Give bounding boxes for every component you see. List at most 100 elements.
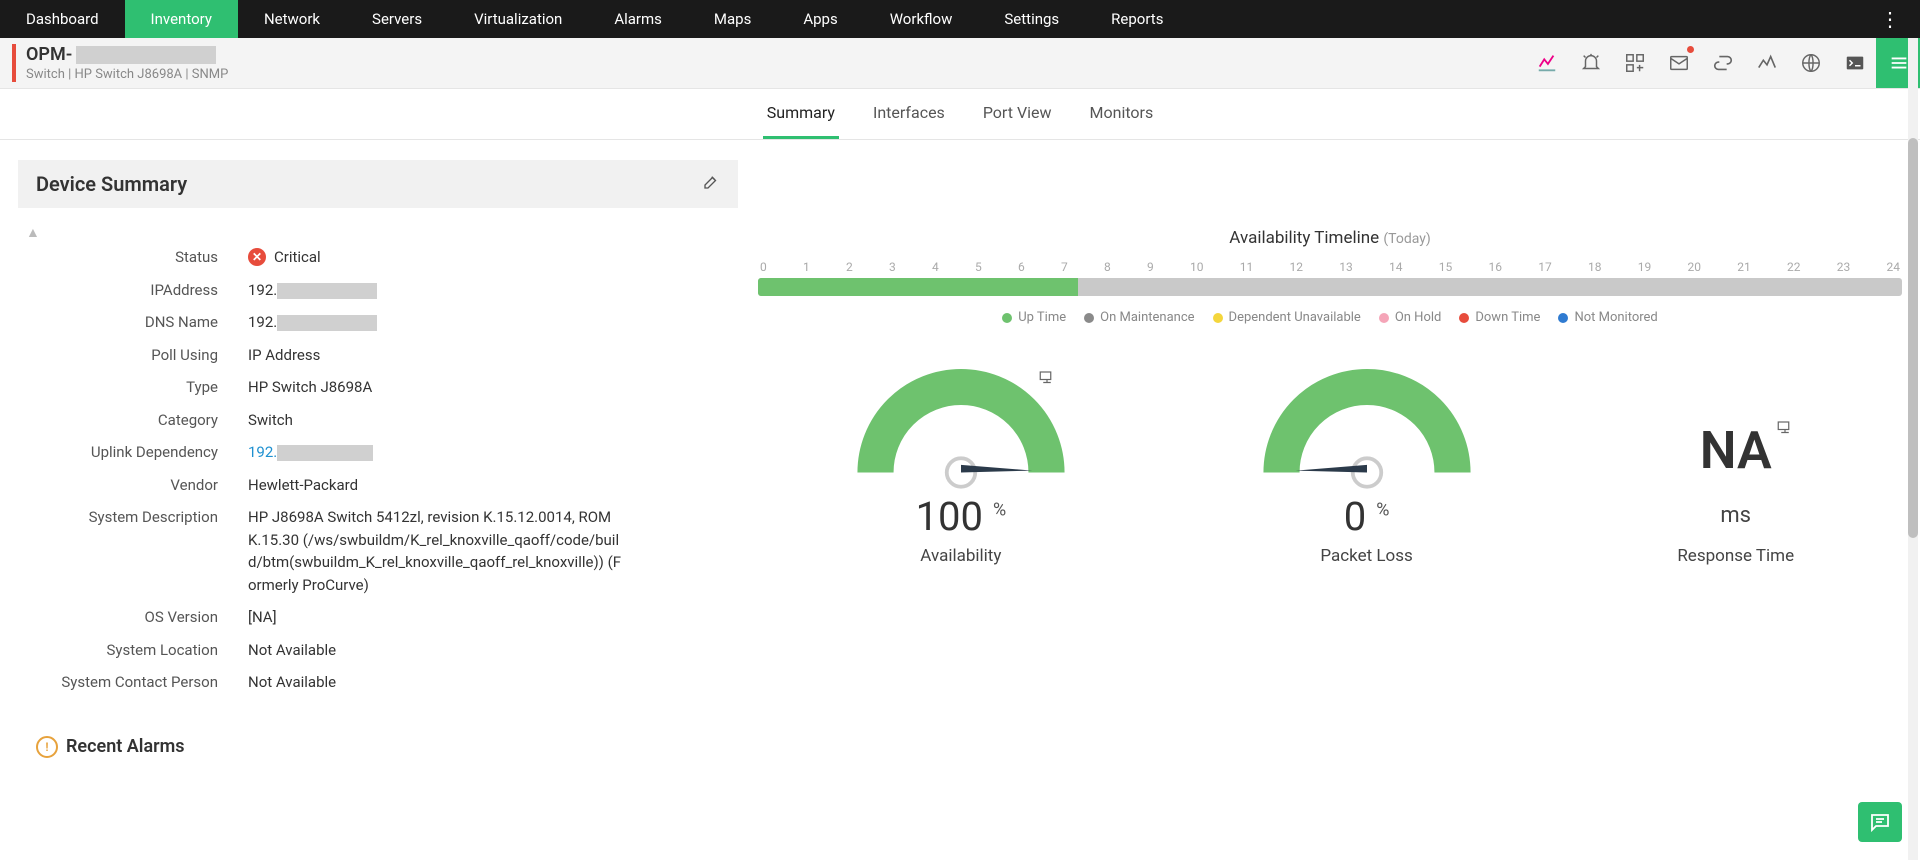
value-status: ✕ Critical bbox=[248, 246, 628, 269]
scrollbar[interactable] bbox=[1908, 38, 1918, 860]
label-poll: Poll Using bbox=[18, 344, 218, 367]
device-title-bar: OPM- Switch | HP Switch J8698A | SNMP bbox=[0, 38, 1920, 89]
tick: 15 bbox=[1439, 260, 1453, 274]
legend-item: Up Time bbox=[1002, 310, 1066, 325]
tick: 21 bbox=[1737, 260, 1751, 274]
nav-apps[interactable]: Apps bbox=[777, 0, 863, 38]
tick: 10 bbox=[1190, 260, 1204, 274]
bell-icon[interactable] bbox=[1568, 38, 1612, 88]
gauge-availability-arc bbox=[866, 375, 1056, 475]
value-category: Switch bbox=[248, 409, 628, 432]
chat-fab[interactable] bbox=[1858, 802, 1902, 842]
tick: 19 bbox=[1638, 260, 1652, 274]
nav-servers[interactable]: Servers bbox=[346, 0, 448, 38]
gauge-packetloss-label: Packet Loss bbox=[1272, 546, 1462, 566]
tick: 9 bbox=[1147, 260, 1154, 274]
nav-network[interactable]: Network bbox=[238, 0, 346, 38]
nav-alarms[interactable]: Alarms bbox=[588, 0, 688, 38]
value-uplink[interactable]: 192. bbox=[248, 441, 628, 464]
gauge-availability: 100 % Availability bbox=[866, 375, 1056, 566]
gauge-settings-icon[interactable] bbox=[1038, 369, 1056, 391]
nav-maps[interactable]: Maps bbox=[688, 0, 777, 38]
tick: 14 bbox=[1389, 260, 1403, 274]
critical-icon: ✕ bbox=[248, 248, 266, 266]
legend-item: Down Time bbox=[1459, 310, 1540, 325]
kebab-icon[interactable]: ⋮ bbox=[1870, 0, 1910, 38]
legend-label: Dependent Unavailable bbox=[1229, 310, 1361, 325]
nav-inventory[interactable]: Inventory bbox=[125, 0, 238, 38]
status-stripe bbox=[12, 44, 16, 82]
gauge-responsetime-unit: ms bbox=[1677, 503, 1794, 528]
tick: 20 bbox=[1688, 260, 1702, 274]
legend-item: Not Monitored bbox=[1558, 310, 1657, 325]
availability-title: Availability Timeline (Today) bbox=[758, 228, 1902, 248]
edit-icon[interactable] bbox=[702, 173, 720, 195]
gauge-packetloss: 0 % Packet Loss bbox=[1272, 375, 1462, 566]
legend-dot bbox=[1213, 313, 1223, 323]
scrollbar-thumb[interactable] bbox=[1908, 138, 1918, 538]
legend-dot bbox=[1379, 313, 1389, 323]
value-type: HP Switch J8698A bbox=[248, 376, 628, 399]
tab-interfaces[interactable]: Interfaces bbox=[869, 89, 949, 139]
tick: 24 bbox=[1887, 260, 1901, 274]
value-osver: [NA] bbox=[248, 606, 628, 629]
nav-virtualization[interactable]: Virtualization bbox=[448, 0, 588, 38]
nav-dashboard[interactable]: Dashboard bbox=[0, 0, 125, 38]
mail-icon[interactable] bbox=[1656, 38, 1700, 88]
label-syscontact: System Contact Person bbox=[18, 671, 218, 694]
label-type: Type bbox=[18, 376, 218, 399]
tick: 23 bbox=[1837, 260, 1851, 274]
section-recent-alarms: ! Recent Alarms bbox=[18, 724, 1902, 770]
label-ip: IPAddress bbox=[18, 279, 218, 302]
gauge-packetloss-value: 0 % bbox=[1272, 493, 1462, 540]
legend-label: Down Time bbox=[1475, 310, 1540, 325]
terminal-icon[interactable] bbox=[1832, 38, 1876, 88]
label-category: Category bbox=[18, 409, 218, 432]
legend-dot bbox=[1558, 313, 1568, 323]
value-sysdesc: HP J8698A Switch 5412zl, revision K.15.1… bbox=[248, 506, 628, 596]
value-vendor: Hewlett-Packard bbox=[248, 474, 628, 497]
gauges-row: 100 % Availability 0 % Packet Loss NA ms… bbox=[758, 375, 1902, 566]
nav-settings[interactable]: Settings bbox=[978, 0, 1085, 38]
legend-label: On Maintenance bbox=[1100, 310, 1194, 325]
tick: 6 bbox=[1018, 260, 1025, 274]
legend-item: On Hold bbox=[1379, 310, 1442, 325]
tick: 4 bbox=[932, 260, 939, 274]
device-name-prefix: OPM- bbox=[26, 44, 72, 65]
nav-workflow[interactable]: Workflow bbox=[864, 0, 979, 38]
grid-icon[interactable] bbox=[1612, 38, 1656, 88]
nav-reports[interactable]: Reports bbox=[1085, 0, 1189, 38]
tick: 13 bbox=[1339, 260, 1353, 274]
title-toolbar bbox=[1524, 38, 1920, 88]
gauge-responsetime: NA ms Response Time bbox=[1677, 425, 1794, 566]
timeline-ticks: 0123456789101112131415161718192021222324 bbox=[758, 260, 1902, 274]
globe-icon[interactable] bbox=[1788, 38, 1832, 88]
tick: 0 bbox=[760, 260, 767, 274]
tick: 17 bbox=[1538, 260, 1552, 274]
sort-indicator-icon: ▲ bbox=[26, 224, 40, 241]
label-sysloc: System Location bbox=[18, 639, 218, 662]
gauge-packetloss-arc bbox=[1272, 375, 1462, 475]
legend-label: On Hold bbox=[1395, 310, 1442, 325]
gauge-availability-label: Availability bbox=[866, 546, 1056, 566]
tick: 8 bbox=[1104, 260, 1111, 274]
tab-summary[interactable]: Summary bbox=[763, 89, 839, 139]
dns-redacted bbox=[277, 315, 377, 331]
gauge-settings-icon[interactable] bbox=[1776, 419, 1794, 441]
label-osver: OS Version bbox=[18, 606, 218, 629]
graph-icon[interactable] bbox=[1744, 38, 1788, 88]
label-vendor: Vendor bbox=[18, 474, 218, 497]
tab-monitors[interactable]: Monitors bbox=[1086, 89, 1158, 139]
chart-icon[interactable] bbox=[1524, 38, 1568, 88]
gauge-availability-value: 100 % bbox=[866, 493, 1056, 540]
legend-dot bbox=[1084, 313, 1094, 323]
tick: 16 bbox=[1489, 260, 1503, 274]
tick: 11 bbox=[1240, 260, 1254, 274]
device-subtitle: Switch | HP Switch J8698A | SNMP bbox=[26, 67, 228, 82]
loop-icon[interactable] bbox=[1700, 38, 1744, 88]
legend-item: On Maintenance bbox=[1084, 310, 1194, 325]
availability-legend: Up Time On Maintenance Dependent Unavailab… bbox=[758, 310, 1902, 325]
availability-timeline bbox=[758, 278, 1902, 296]
label-sysdesc: System Description bbox=[18, 506, 218, 596]
tab-port-view[interactable]: Port View bbox=[979, 89, 1056, 139]
